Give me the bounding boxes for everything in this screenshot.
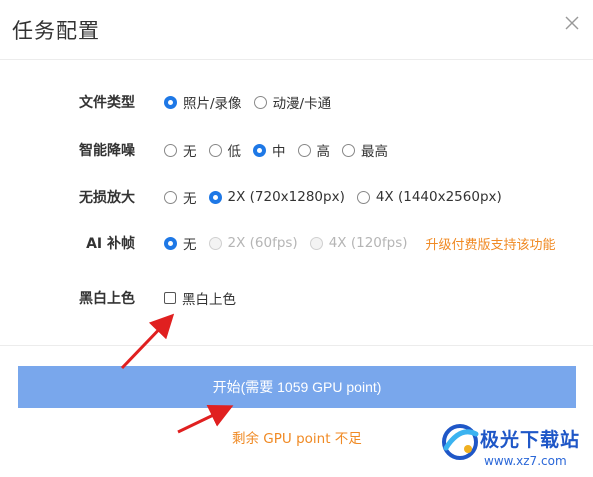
radio-option-photo-video[interactable]: 照片/录像 <box>164 92 242 112</box>
setting-label: 智能降噪 <box>79 143 135 159</box>
setting-row-upscale: 无损放大 无 2X (720x1280px) 4X (1440x2560px) <box>0 184 593 210</box>
option-label: 低 <box>227 144 242 160</box>
radio-option-anime-cartoon[interactable]: 动漫/卡通 <box>253 92 332 112</box>
radio-option-upscale-2x[interactable]: 2X (720x1280px) <box>208 189 345 205</box>
radio-button[interactable] <box>208 143 222 157</box>
radio-option-interp-4x: 4X (120fps) <box>309 235 408 251</box>
option-label: 2X (720x1280px) <box>227 189 345 205</box>
option-label: 4X (1440x2560px) <box>375 189 502 205</box>
radio-group-denoise: 无 低 中 高 最高 <box>164 140 400 160</box>
watermark-url: www.xz7.com <box>484 454 567 468</box>
setting-label: 无损放大 <box>79 190 135 206</box>
close-icon[interactable] <box>563 14 581 32</box>
option-label: 无 <box>183 237 197 253</box>
arrow-to-start <box>177 404 234 434</box>
setting-label: 黑白上色 <box>79 291 135 307</box>
watermark: 极光下载站 www.xz7.com <box>440 420 590 474</box>
option-label: 无 <box>183 191 197 207</box>
aurora-logo-icon <box>442 424 479 460</box>
option-label: 无 <box>183 144 197 160</box>
option-label: 照片/录像 <box>183 96 242 112</box>
setting-row-colorize: 黑白上色 黑白上色 <box>0 285 593 311</box>
option-label: 4X (120fps) <box>328 235 408 251</box>
radio-option-denoise-medium[interactable]: 中 <box>253 140 286 160</box>
task-config-dialog: 任务配置 文件类型 照片/录像 动漫/卡通 智能降噪 无 低 中 高 最高 无损… <box>0 0 593 477</box>
radio-option-denoise-high[interactable]: 高 <box>297 140 331 160</box>
radio-button <box>309 236 323 250</box>
radio-button[interactable] <box>253 143 266 157</box>
watermark-name: 极光下载站 <box>480 429 581 451</box>
setting-label: 文件类型 <box>79 95 135 111</box>
setting-row-file-type: 文件类型 照片/录像 动漫/卡通 <box>0 89 593 115</box>
colorize-option: 黑白上色 <box>164 288 248 308</box>
radio-option-interp-none[interactable]: 无 <box>164 233 197 253</box>
dialog-title: 任务配置 <box>12 19 100 43</box>
radio-button[interactable] <box>164 236 177 250</box>
radio-group-file-type: 照片/录像 动漫/卡通 <box>164 92 343 112</box>
dialog-header: 任务配置 <box>0 0 593 60</box>
radio-button[interactable] <box>164 190 177 204</box>
option-label: 动漫/卡通 <box>272 96 332 112</box>
radio-button[interactable] <box>342 143 355 157</box>
start-button[interactable]: 开始(需要 1059 GPU point) <box>18 366 576 408</box>
radio-option-interp-2x: 2X (60fps) <box>208 235 298 251</box>
radio-button <box>208 236 222 250</box>
setting-label: AI 补帧 <box>86 236 135 252</box>
colorize-checkbox-option[interactable]: 黑白上色 <box>164 288 236 308</box>
colorize-checkbox[interactable] <box>164 292 176 304</box>
radio-option-denoise-highest[interactable]: 最高 <box>342 140 388 160</box>
option-label: 高 <box>316 144 331 160</box>
radio-button[interactable] <box>164 143 177 157</box>
upgrade-link[interactable]: 升级付费版支持该功能 <box>426 234 556 253</box>
radio-button[interactable] <box>253 95 267 109</box>
radio-button[interactable] <box>356 190 370 204</box>
radio-button[interactable] <box>164 95 177 109</box>
setting-row-frame-interp: AI 补帧 无 2X (60fps) 4X (120fps) 升级付费版支持该功… <box>0 230 593 256</box>
arrow-to-colorize <box>120 313 175 370</box>
radio-option-denoise-none[interactable]: 无 <box>164 140 197 160</box>
option-label: 中 <box>272 144 286 160</box>
setting-row-denoise: 智能降噪 无 低 中 高 最高 <box>0 137 593 163</box>
option-label: 2X (60fps) <box>227 235 298 251</box>
radio-group-upscale: 无 2X (720x1280px) 4X (1440x2560px) <box>164 187 514 207</box>
radio-button[interactable] <box>297 143 311 157</box>
gpu-point-warning: 剩余 GPU point 不足 <box>232 431 362 447</box>
divider <box>0 345 593 346</box>
option-label: 黑白上色 <box>182 292 236 308</box>
option-label: 最高 <box>361 144 388 160</box>
radio-button[interactable] <box>208 190 222 204</box>
radio-option-denoise-low[interactable]: 低 <box>208 140 242 160</box>
radio-option-upscale-none[interactable]: 无 <box>164 187 197 207</box>
radio-option-upscale-4x[interactable]: 4X (1440x2560px) <box>356 189 502 205</box>
radio-group-frame-interp: 无 2X (60fps) 4X (120fps) 升级付费版支持该功能 <box>164 233 556 253</box>
